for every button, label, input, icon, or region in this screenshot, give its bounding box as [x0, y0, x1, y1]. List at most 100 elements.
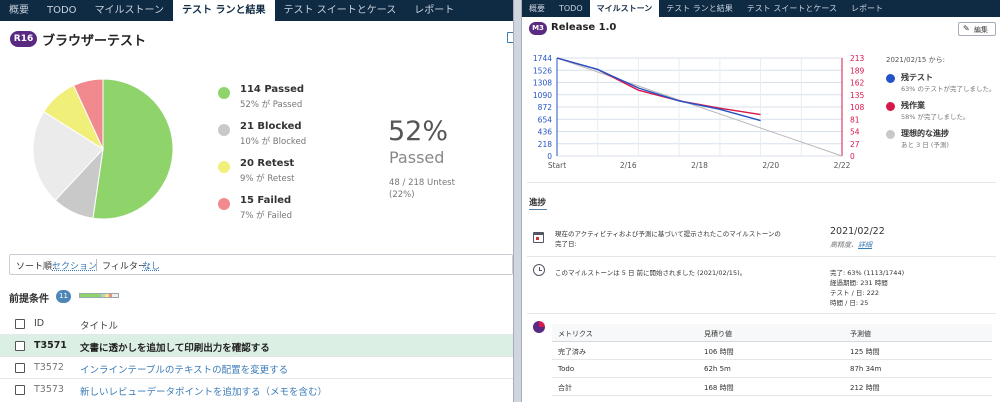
divider [96, 259, 97, 271]
metric-forecast: 212 時間 [850, 384, 880, 392]
tab-reports[interactable]: レポート [844, 0, 890, 17]
y-left-tick-label: 0 [547, 152, 552, 161]
stat-completed: 完了: 63% (1113/1744) [830, 269, 905, 277]
col-title: タイトル [80, 321, 119, 332]
row-checkbox[interactable] [15, 341, 25, 351]
failed-dot-icon [218, 198, 230, 210]
x-tick-label: 2/18 [691, 161, 708, 170]
section-progress-bar [79, 293, 119, 298]
calendar-icon [533, 232, 544, 243]
tab-test-runs[interactable]: テスト ランと結果 [659, 0, 740, 17]
effort-dot-icon [886, 102, 895, 111]
table-row[interactable]: T3571 文書に透かしを追加して印刷出力を確認する [0, 334, 513, 356]
select-all-checkbox[interactable] [15, 319, 25, 329]
tab-overview[interactable]: 概要 [522, 0, 552, 17]
metric-name: 合計 [558, 384, 572, 392]
sort-value-link[interactable]: セクション [52, 259, 97, 272]
edit-button[interactable]: ✎ 編集 [958, 22, 996, 36]
filter-value-link[interactable]: なし [142, 259, 160, 272]
series-remaining-tests [556, 57, 761, 122]
y-left-tick-label: 1308 [533, 79, 552, 88]
milestone-panel: 概要 TODO マイルストーン テスト ランと結果 テスト スイートとケース レ… [521, 0, 1000, 402]
pie-slice-passed [92, 78, 174, 220]
table-row[interactable]: T3573 新しいレビューデータポイントを追加する（メモを含む） [0, 378, 513, 400]
page-title: Release 1.0 [551, 22, 617, 33]
passed-label: Passed [389, 148, 445, 167]
y-right-tick-label: 0 [850, 152, 855, 161]
tab-reports[interactable]: レポート [405, 0, 463, 21]
metric-forecast: 87h 34m [850, 365, 882, 373]
blocked-dot-icon [218, 124, 230, 136]
section-title: 前提条件 [9, 294, 49, 305]
col-id: ID [34, 318, 45, 329]
tab-todo[interactable]: TODO [38, 0, 86, 21]
sort-label: ソート順: [16, 262, 56, 272]
y-right-tick-label: 108 [850, 103, 865, 112]
stat-tests-per-day: テスト / 日: 222 [830, 289, 879, 297]
edit-icon: ✎ [963, 24, 970, 33]
test-run-panel: 概要 TODO マイルストーン テスト ランと結果 テスト スイートとケース レ… [0, 0, 514, 402]
y-right-tick-label: 213 [850, 54, 865, 63]
y-right-tick-label: 27 [850, 140, 860, 149]
passed-percent: 52% [388, 116, 449, 147]
top-nav-tabs: 概要 TODO マイルストーン テスト ランと結果 テスト スイートとケース レ… [0, 0, 513, 21]
export-icon[interactable] [507, 32, 513, 43]
row-checkbox[interactable] [15, 363, 25, 373]
y-right-tick-label: 162 [850, 79, 865, 88]
y-left-tick-label: 1090 [533, 91, 552, 100]
page-title: ブラウザーテスト [42, 34, 147, 49]
case-title-link[interactable]: 新しいレビューデータポイントを追加する（メモを含む） [80, 384, 327, 398]
forecast-text: 現在のアクティビティおよび予測に基づいて提示されたこのマイルストーンの [555, 230, 781, 238]
y-left-tick-label: 218 [538, 140, 553, 149]
table-row[interactable]: T3572 インラインテーブルのテキストの配置を変更する [0, 356, 513, 378]
metric-name: Todo [558, 365, 575, 373]
metrics-header: メトリクス 見積り値 予測値 [552, 324, 992, 342]
x-tick-label: 2/20 [762, 161, 779, 170]
started-text: このマイルストーンは 5 日 前に開始されました (2021/02/15)。 [555, 269, 747, 277]
metric-name: 完了済み [558, 348, 586, 356]
x-tick-label: 2/22 [834, 161, 851, 170]
pie-chart-icon [533, 321, 545, 333]
metrics-col-estimate: 見積り値 [704, 330, 732, 338]
tests-dot-icon [886, 74, 895, 83]
tab-milestones[interactable]: マイルストーン [589, 0, 660, 17]
metric-forecast: 125 時間 [850, 348, 880, 356]
metrics-col-name: メトリクス [558, 330, 593, 338]
tab-test-suites[interactable]: テスト スイートとケース [275, 0, 406, 21]
section-divider [527, 313, 996, 314]
table-header: ID タイトル [0, 313, 513, 335]
metrics-row: 完了済み 106 時間 125 時間 [552, 342, 992, 360]
progress-title: 進捗 [529, 198, 547, 208]
progress-title-underline [529, 209, 547, 210]
y-right-tick-label: 81 [850, 115, 860, 124]
stat-hours-per-day: 時間 / 日: 25 [830, 299, 869, 307]
x-tick-label: Start [548, 161, 566, 170]
edit-label: 編集 [974, 26, 988, 34]
y-right-tick-label: 189 [850, 66, 865, 75]
y-right-tick-label: 54 [850, 128, 860, 137]
case-title[interactable]: 文書に透かしを追加して印刷出力を確認する [80, 340, 270, 354]
retest-dot-icon [218, 161, 230, 173]
passed-dot-icon [218, 87, 230, 99]
untested-count: 48 / 218 Untest [389, 178, 455, 188]
row-checkbox[interactable] [15, 385, 25, 395]
tab-overview[interactable]: 概要 [0, 0, 38, 21]
tab-todo[interactable]: TODO [552, 0, 590, 17]
y-left-tick-label: 1744 [533, 54, 552, 63]
status-pie-chart [32, 78, 174, 220]
tab-test-runs[interactable]: テスト ランと結果 [173, 0, 275, 21]
y-left-tick-label: 654 [538, 115, 553, 124]
metrics-row: Todo 62h 5m 87h 34m [552, 360, 992, 378]
forecast-details-link[interactable]: 詳細 [858, 240, 872, 250]
run-badge: R16 [10, 31, 37, 47]
forecast-date: 2021/02/22 [830, 226, 885, 237]
sort-filter-bar: ソート順: セクション フィルター: なし [9, 254, 513, 275]
y-left-tick-label: 1526 [533, 66, 552, 75]
case-title-link[interactable]: インラインテーブルのテキストの配置を変更する [80, 362, 288, 376]
stat-elapsed: 経過期間: 231 時間 [830, 279, 888, 287]
section-count-badge: 11 [56, 290, 71, 303]
section-divider [527, 256, 996, 257]
section-divider [527, 182, 996, 183]
tab-test-suites[interactable]: テスト スイートとケース [740, 0, 844, 17]
tab-milestones[interactable]: マイルストーン [86, 0, 174, 21]
